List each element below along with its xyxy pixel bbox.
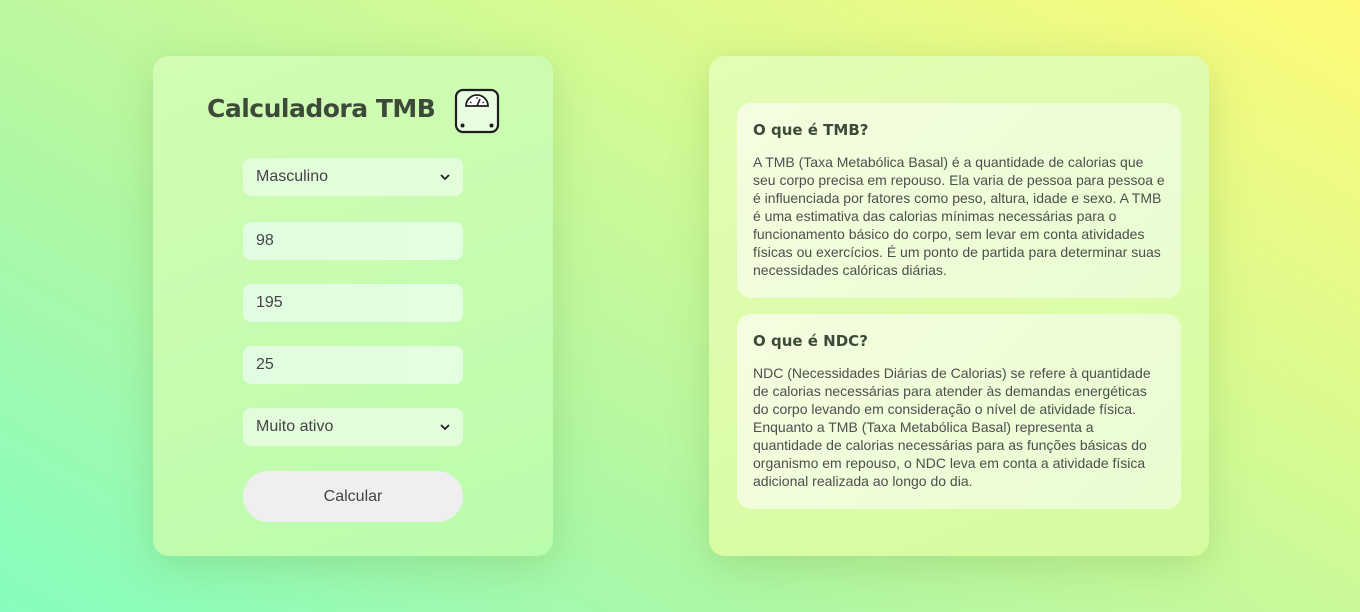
calculate-button[interactable]: Calcular: [243, 471, 463, 522]
age-input[interactable]: 25: [243, 346, 463, 384]
height-input[interactable]: 195: [243, 284, 463, 322]
tmb-info-box: O que é TMB? A TMB (Taxa Metabólica Basa…: [737, 103, 1181, 298]
height-input-value: 195: [256, 294, 283, 311]
info-card: O que é TMB? A TMB (Taxa Metabólica Basa…: [709, 56, 1209, 556]
weight-input-value: 98: [256, 232, 274, 249]
ndc-info-title: O que é NDC?: [753, 332, 868, 350]
ndc-info-box: O que é NDC? NDC (Necessidades Diárias d…: [737, 314, 1181, 509]
chevron-down-icon: [440, 424, 450, 431]
age-input-value: 25: [256, 356, 274, 373]
tmb-info-text: A TMB (Taxa Metabólica Basal) é a quanti…: [753, 154, 1165, 278]
tmb-info-title: O que é TMB?: [753, 121, 869, 139]
weight-input[interactable]: 98: [243, 222, 463, 260]
activity-select[interactable]: Muito ativo: [243, 408, 463, 446]
chevron-down-icon: [440, 174, 450, 181]
calculator-card: Calculadora TMB Masculino 98 195 25 Muit…: [153, 56, 553, 556]
calculator-title: Calculadora TMB: [207, 94, 436, 123]
scale-icon: [453, 87, 501, 135]
sex-select-value: Masculino: [256, 168, 329, 185]
activity-select-value: Muito ativo: [256, 418, 334, 435]
sex-select[interactable]: Masculino: [243, 158, 463, 196]
ndc-info-text: NDC (Necessidades Diárias de Calorias) s…: [753, 365, 1151, 489]
